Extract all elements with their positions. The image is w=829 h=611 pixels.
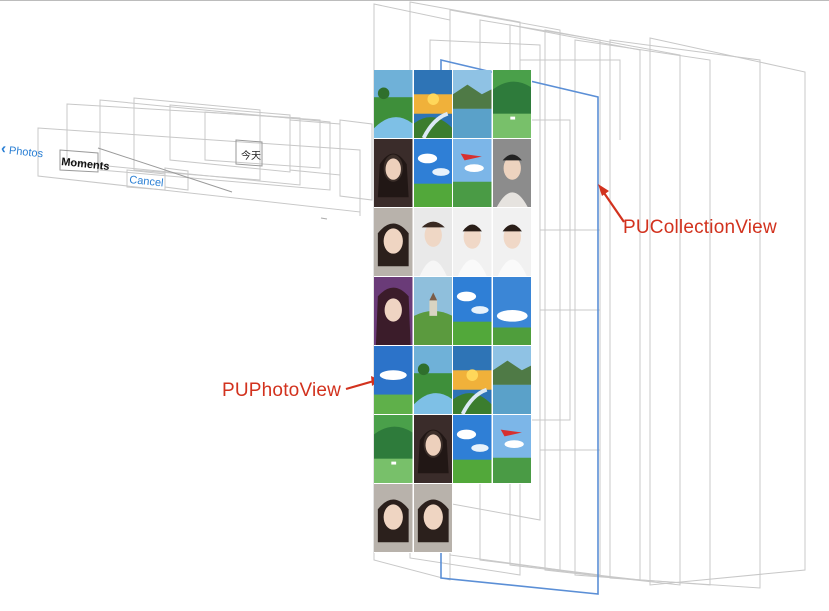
photo-view[interactable] (374, 277, 414, 346)
photo-thumbnail (374, 484, 413, 552)
photo-view[interactable] (413, 277, 453, 346)
photo-view[interactable] (453, 208, 493, 277)
photo-view[interactable] (374, 139, 414, 208)
photo-thumbnail (374, 208, 413, 276)
photo-view[interactable] (492, 139, 532, 208)
photo-thumbnail (492, 346, 531, 414)
photo-thumbnail (374, 70, 413, 138)
photo-thumbnail (374, 415, 413, 483)
photo-view[interactable] (374, 346, 414, 415)
photo-thumbnail (413, 139, 452, 207)
photo-view[interactable] (492, 415, 532, 484)
photo-thumbnail (413, 346, 452, 414)
photo-thumbnail (453, 277, 492, 345)
photo-thumbnail (374, 139, 413, 207)
photo-view[interactable] (492, 277, 532, 346)
photo-view[interactable] (374, 208, 414, 277)
photo-thumbnail (374, 346, 413, 414)
photo-thumbnail (492, 208, 531, 276)
photo-thumbnail (453, 346, 492, 414)
photo-view-annotation: PUPhotoView (222, 380, 342, 401)
photo-view[interactable] (413, 139, 453, 208)
section-header: 今天 (241, 151, 261, 162)
photo-thumbnail (453, 208, 492, 276)
photo-view[interactable] (453, 70, 493, 139)
photo-thumbnail (413, 277, 452, 345)
photo-view[interactable] (413, 208, 453, 277)
photo-view[interactable] (492, 70, 532, 139)
photo-thumbnail (413, 484, 452, 552)
photo-view[interactable] (453, 415, 493, 484)
photo-view[interactable] (374, 415, 414, 484)
photo-grid (374, 70, 532, 553)
back-label: Photos (8, 144, 44, 161)
photo-thumbnail (492, 277, 531, 345)
photo-view[interactable] (374, 484, 414, 553)
photo-view[interactable] (413, 346, 453, 415)
collection-arrow (598, 184, 625, 223)
photo-view[interactable] (413, 484, 453, 553)
photo-view[interactable] (374, 70, 414, 139)
photo-thumbnail (492, 70, 531, 138)
photo-view[interactable] (492, 346, 532, 415)
photo-thumbnail (413, 415, 452, 483)
photo-thumbnail (492, 415, 531, 483)
photo-view[interactable] (453, 346, 493, 415)
photo-thumbnail (413, 208, 452, 276)
photo-thumbnail (413, 70, 452, 138)
photo-thumbnail (453, 70, 492, 138)
photo-view[interactable] (413, 70, 453, 139)
photo-view[interactable] (453, 139, 493, 208)
photo-thumbnail (453, 139, 492, 207)
photo-thumbnail (453, 415, 492, 483)
photo-view[interactable] (492, 208, 532, 277)
chevron-left-icon: ‹ (0, 140, 7, 158)
photo-view[interactable] (413, 415, 453, 484)
photo-thumbnail (492, 139, 531, 207)
photo-thumbnail (374, 277, 413, 345)
photo-view[interactable] (453, 277, 493, 346)
collection-view-annotation: PUCollectionView (623, 217, 777, 238)
